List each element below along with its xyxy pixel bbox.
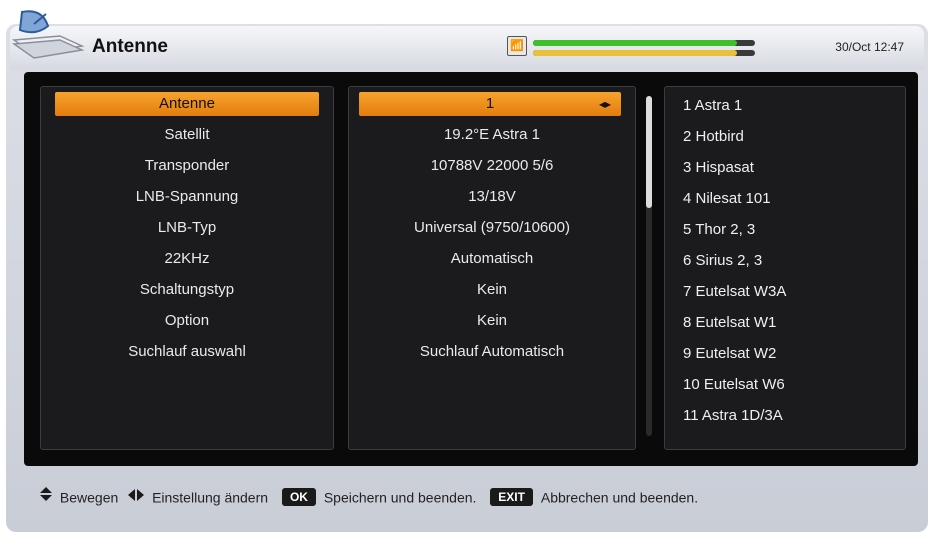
satellite-item[interactable]: 6 Sirius 2, 3	[683, 248, 762, 274]
help-bar: Bewegen Einstellung ändern OK Speichern …	[40, 484, 698, 508]
setting-label-lnb-spannung[interactable]: LNB-Spannung	[41, 185, 333, 209]
scrollbar-thumb[interactable]	[646, 96, 652, 208]
change-hint: Einstellung ändern	[152, 489, 269, 506]
satellite-list-scrollbar[interactable]	[646, 96, 652, 436]
signal-strength-fill	[533, 40, 738, 46]
setting-value-lnb-typ[interactable]: Universal (9750/10600)	[349, 216, 635, 240]
move-hint: Bewegen	[59, 489, 119, 506]
setting-label-transponder[interactable]: Transponder	[41, 154, 333, 178]
setting-value-antenne-text: 1	[485, 95, 495, 112]
setting-label-lnb-typ[interactable]: LNB-Typ	[41, 216, 333, 240]
setting-value-satellit[interactable]: 19.2°E Astra 1	[349, 123, 635, 147]
setting-value-22khz[interactable]: Automatisch	[349, 247, 635, 271]
antenna-signal-icon: 📶	[507, 36, 527, 56]
left-right-arrow-icon	[128, 489, 145, 501]
datetime: 30/Oct 12:47	[835, 40, 904, 54]
setting-label-suchlauf[interactable]: Suchlauf auswahl	[41, 340, 333, 364]
setting-label-22khz[interactable]: 22KHz	[41, 247, 333, 271]
setting-label-option[interactable]: Option	[41, 309, 333, 333]
exit-hint: Abbrechen und beenden.	[540, 489, 699, 506]
satellite-list-panel: 1 Astra 1 2 Hotbird 3 Hispasat 4 Nilesat…	[664, 86, 906, 450]
settings-value-panel: 1 ◂▸ 19.2°E Astra 1 10788V 22000 5/6 13/…	[348, 86, 636, 450]
satellite-item[interactable]: 4 Nilesat 101	[683, 186, 771, 212]
setting-label-satellit[interactable]: Satellit	[41, 123, 333, 147]
page-title: Antenne	[92, 36, 168, 57]
satellite-item[interactable]: 9 Eutelsat W2	[683, 341, 776, 367]
left-right-arrow-icon: ◂▸	[598, 97, 611, 111]
setting-value-schaltungstyp[interactable]: Kein	[349, 278, 635, 302]
exit-key-badge: EXIT	[490, 488, 533, 507]
settings-label-panel: Antenne Satellit Transponder LNB-Spannun…	[40, 86, 334, 450]
satellite-dish-icon	[11, 10, 85, 59]
satellite-item[interactable]: 11 Astra 1D/3A	[683, 403, 783, 429]
signal-quality-fill	[533, 50, 738, 56]
satellite-item[interactable]: 3 Hispasat	[683, 155, 754, 181]
satellite-item[interactable]: 2 Hotbird	[683, 124, 744, 150]
satellite-item[interactable]: 7 Eutelsat W3A	[683, 279, 786, 305]
ok-key-badge: OK	[281, 488, 316, 507]
satellite-item[interactable]: 10 Eutelsat W6	[683, 372, 785, 398]
up-down-arrow-icon	[40, 487, 52, 501]
signal-quality-bar	[533, 50, 755, 56]
satellite-item[interactable]: 5 Thor 2, 3	[683, 217, 755, 243]
setting-label-antenne[interactable]: Antenne	[55, 92, 319, 116]
setting-value-option[interactable]: Kein	[349, 309, 635, 333]
satellite-item[interactable]: 1 Astra 1	[683, 93, 742, 119]
setting-value-transponder[interactable]: 10788V 22000 5/6	[349, 154, 635, 178]
ok-hint: Speichern und beenden.	[323, 489, 477, 506]
setting-label-schaltungstyp[interactable]: Schaltungstyp	[41, 278, 333, 302]
setting-value-lnb-spannung[interactable]: 13/18V	[349, 185, 635, 209]
setting-value-antenne[interactable]: 1 ◂▸	[359, 92, 621, 116]
satellite-item[interactable]: 8 Eutelsat W1	[683, 310, 776, 336]
signal-strength-bar	[533, 40, 755, 46]
setting-value-suchlauf[interactable]: Suchlauf Automatisch	[349, 340, 635, 364]
